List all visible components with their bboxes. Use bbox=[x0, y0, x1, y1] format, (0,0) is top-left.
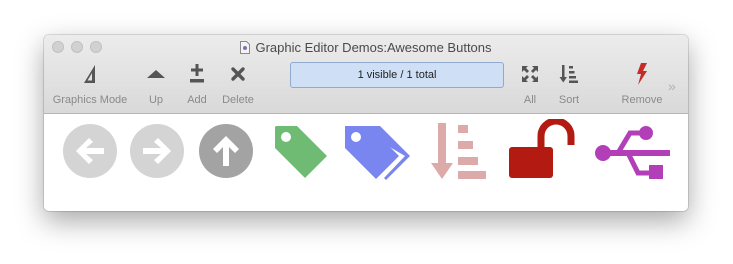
arrow-left-circle-icon[interactable] bbox=[62, 123, 118, 184]
arrow-right-circle-icon[interactable] bbox=[129, 123, 185, 184]
sort-button[interactable]: Sort bbox=[553, 61, 585, 106]
status-field[interactable]: 1 visible / 1 total bbox=[290, 62, 504, 88]
expand-arrows-icon bbox=[516, 61, 544, 87]
window-title-area: Graphic Editor Demos:Awesome Buttons bbox=[44, 40, 688, 57]
unlock-icon[interactable] bbox=[506, 117, 576, 186]
add-icon bbox=[180, 61, 214, 87]
app-window: Graphic Editor Demos:Awesome Buttons Gra… bbox=[44, 35, 688, 211]
arrow-up-circle-icon[interactable] bbox=[198, 123, 254, 184]
remove-button[interactable]: Remove bbox=[619, 61, 665, 106]
add-label: Add bbox=[187, 94, 207, 106]
toolbar-overflow-button[interactable]: » bbox=[668, 78, 676, 94]
add-button[interactable]: Add bbox=[180, 61, 214, 106]
caret-up-icon bbox=[139, 61, 173, 87]
delete-label: Delete bbox=[222, 94, 254, 106]
lightning-icon bbox=[619, 61, 665, 87]
tag-icon[interactable] bbox=[272, 123, 330, 186]
tags-icon[interactable] bbox=[342, 123, 414, 188]
all-label: All bbox=[523, 94, 537, 106]
sort-icon bbox=[553, 61, 585, 87]
up-label: Up bbox=[148, 94, 164, 106]
buttons-canvas bbox=[44, 114, 688, 211]
graphics-mode-button[interactable]: Graphics Mode bbox=[50, 61, 130, 106]
titlebar: Graphic Editor Demos:Awesome Buttons Gra… bbox=[44, 35, 688, 114]
graphics-mode-label: Graphics Mode bbox=[52, 94, 128, 106]
window-title: Graphic Editor Demos:Awesome Buttons bbox=[255, 40, 492, 55]
delete-icon bbox=[218, 61, 258, 87]
delete-button[interactable]: Delete bbox=[218, 61, 258, 106]
document-icon bbox=[240, 41, 251, 57]
triangle-ruler-icon bbox=[50, 61, 130, 87]
remove-label: Remove bbox=[621, 94, 663, 106]
up-button[interactable]: Up bbox=[139, 61, 173, 106]
usb-icon[interactable] bbox=[594, 124, 670, 187]
sort-label: Sort bbox=[558, 94, 580, 106]
sort-amount-desc-icon[interactable] bbox=[430, 121, 490, 186]
all-button[interactable]: All bbox=[516, 61, 544, 106]
